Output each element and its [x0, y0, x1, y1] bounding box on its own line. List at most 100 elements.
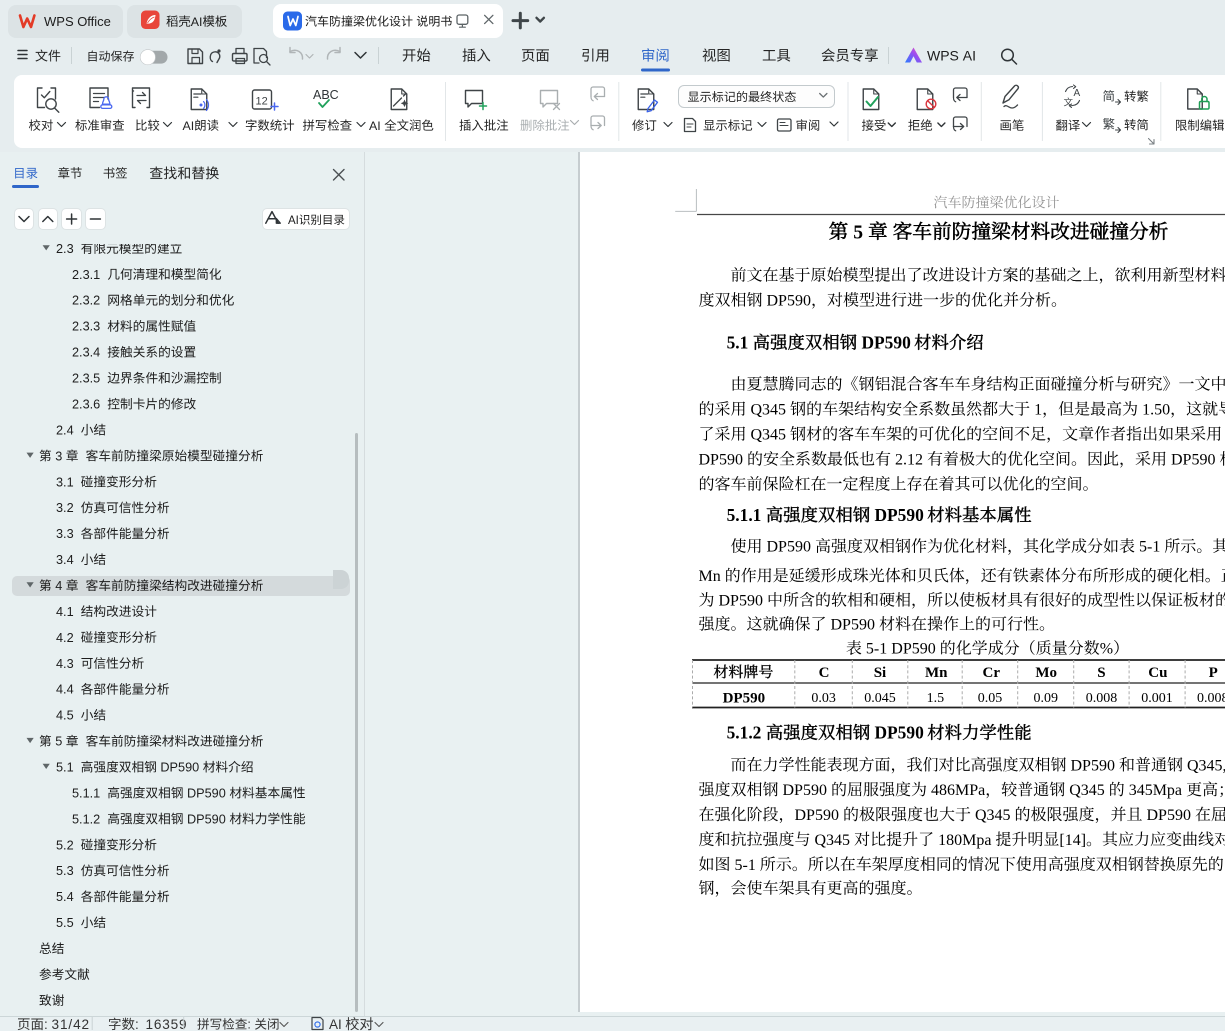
svg-text:4.4: 4.4 — [56, 683, 74, 697]
svg-text:2.3.6: 2.3.6 — [72, 398, 100, 412]
svg-text:Cr: Cr — [983, 665, 1001, 681]
svg-text:1.50: 1.50 — [1142, 402, 1170, 419]
svg-text:5.1.1: 5.1.1 — [72, 786, 100, 800]
svg-text:180Mpa: 180Mpa — [938, 832, 991, 849]
svg-text:4.5: 4.5 — [56, 709, 74, 723]
svg-text:[14]: [14] — [1059, 832, 1086, 849]
svg-text:0.001: 0.001 — [1141, 691, 1173, 706]
svg-text:5: 5 — [55, 735, 62, 749]
svg-text:5.1.2: 5.1.2 — [72, 812, 100, 826]
svg-text:DP590: DP590 — [795, 807, 839, 824]
svg-text:AI: AI — [963, 47, 976, 63]
svg-text:5: 5 — [853, 221, 863, 243]
svg-text:2.4: 2.4 — [56, 423, 74, 437]
svg-text:0.09: 0.09 — [1034, 691, 1059, 706]
svg-text:DP590: DP590 — [719, 593, 763, 610]
svg-text:DP590: DP590 — [891, 641, 935, 658]
svg-text:5.1: 5.1 — [56, 761, 74, 775]
svg-text:4.2: 4.2 — [56, 631, 74, 645]
svg-text:2.3.3: 2.3.3 — [72, 320, 100, 334]
svg-text:AI: AI — [329, 1017, 342, 1031]
svg-text:2.3.4: 2.3.4 — [72, 346, 100, 360]
svg-text:3: 3 — [55, 449, 62, 463]
svg-text:Mn: Mn — [925, 665, 948, 681]
svg-text:DP590: DP590 — [862, 333, 912, 353]
svg-text:4.1: 4.1 — [56, 605, 74, 619]
svg-text:AI: AI — [288, 215, 299, 227]
svg-text:0.008: 0.008 — [1086, 691, 1118, 706]
svg-text:3.4: 3.4 — [56, 553, 74, 567]
svg-text:Cu: Cu — [1148, 665, 1167, 681]
svg-text:2.3.1: 2.3.1 — [72, 268, 100, 282]
svg-text:Q345: Q345 — [1069, 782, 1105, 799]
svg-text:345Mpa: 345Mpa — [1129, 782, 1182, 799]
svg-text:0.05: 0.05 — [978, 691, 1003, 706]
svg-text:5.2: 5.2 — [56, 838, 74, 852]
svg-text:3.3: 3.3 — [56, 527, 74, 541]
svg-text:AI: AI — [183, 119, 195, 133]
svg-text:DP590: DP590 — [767, 539, 811, 556]
svg-text:5-1: 5-1 — [735, 857, 756, 874]
svg-text::: : — [247, 1018, 251, 1031]
svg-text:16359: 16359 — [146, 1017, 188, 1031]
svg-text:DP590: DP590 — [187, 812, 226, 826]
svg-text:5.1: 5.1 — [727, 333, 749, 353]
svg-text:5.4: 5.4 — [56, 890, 74, 904]
svg-text:Q345,: Q345, — [1187, 757, 1225, 774]
svg-text:Q345: Q345 — [751, 427, 787, 444]
svg-text:5.1.2: 5.1.2 — [727, 723, 762, 743]
svg-text:0.03: 0.03 — [811, 691, 836, 706]
svg-text:DP590: DP590 — [783, 782, 827, 799]
svg-text:Mn: Mn — [699, 568, 721, 585]
svg-text:3.2: 3.2 — [56, 501, 74, 515]
svg-text:Q345: Q345 — [815, 832, 851, 849]
svg-text:WPS: WPS — [44, 14, 74, 29]
svg-text:DP590: DP590 — [160, 761, 199, 775]
svg-text:1.5: 1.5 — [927, 691, 945, 706]
svg-text:DP590: DP590 — [1147, 807, 1191, 824]
svg-text:Mo: Mo — [1035, 665, 1057, 681]
svg-text:2.3.5: 2.3.5 — [72, 372, 100, 386]
svg-text:Office: Office — [77, 14, 111, 29]
svg-text:5-1: 5-1 — [1139, 539, 1160, 556]
svg-text:S: S — [1097, 665, 1105, 681]
svg-text:WPS: WPS — [927, 47, 959, 63]
svg-text:3.1: 3.1 — [56, 475, 74, 489]
svg-text:Si: Si — [874, 665, 887, 681]
svg-text:5.1.1: 5.1.1 — [727, 505, 762, 525]
svg-text:ABC: ABC — [313, 88, 339, 102]
svg-text::: : — [44, 1017, 48, 1031]
svg-text:DP590: DP590 — [875, 505, 925, 525]
svg-text:Q345: Q345 — [751, 402, 787, 419]
svg-text:12: 12 — [256, 96, 268, 108]
svg-text:DP590: DP590 — [831, 617, 875, 634]
svg-text::: : — [135, 1017, 139, 1031]
svg-text:5.3: 5.3 — [56, 864, 74, 878]
svg-text:2.3: 2.3 — [56, 242, 74, 256]
svg-text:DP590: DP590 — [187, 786, 226, 800]
svg-text:AI: AI — [191, 15, 203, 29]
svg-text:4.3: 4.3 — [56, 657, 74, 671]
svg-text:P: P — [1209, 665, 1218, 681]
svg-text:5.5: 5.5 — [56, 916, 74, 930]
svg-text:2.12: 2.12 — [895, 452, 923, 469]
svg-text:486MPa: 486MPa — [931, 782, 985, 799]
svg-text:2.3.2: 2.3.2 — [72, 294, 100, 308]
svg-text:DP590: DP590 — [723, 690, 766, 706]
svg-text:AI: AI — [369, 119, 381, 133]
svg-text:A: A — [1074, 88, 1081, 99]
svg-text:%: % — [1100, 641, 1113, 658]
svg-text:5-1: 5-1 — [866, 641, 887, 658]
svg-text:DP590: DP590 — [1171, 452, 1215, 469]
svg-text:C: C — [819, 665, 830, 681]
svg-text:0.008: 0.008 — [1197, 691, 1225, 706]
svg-text:1: 1 — [1034, 402, 1042, 419]
svg-text:DP590: DP590 — [699, 452, 743, 469]
svg-text:Q345: Q345 — [975, 807, 1011, 824]
svg-text:DP590: DP590 — [767, 293, 811, 310]
svg-text:4: 4 — [55, 579, 62, 593]
svg-text:DP590: DP590 — [1071, 757, 1115, 774]
svg-text:DP590: DP590 — [875, 723, 925, 743]
svg-text:31/42: 31/42 — [52, 1017, 91, 1031]
svg-text:0.045: 0.045 — [864, 691, 896, 706]
